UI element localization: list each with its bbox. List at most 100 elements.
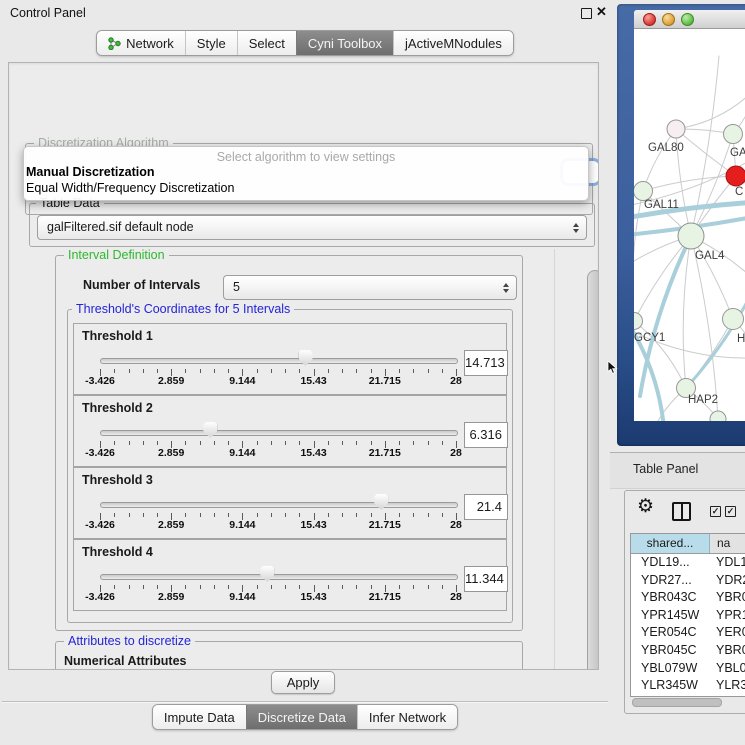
table-row[interactable]: YDR27...YDR2 <box>631 572 745 590</box>
bottom-tab-bar: Impute Data Discretize DataInfer Network <box>0 704 610 730</box>
table-row[interactable]: YBR045CYBR0 <box>631 642 745 660</box>
number-of-intervals-combobox[interactable]: 5 <box>223 275 517 300</box>
threshold-value-field[interactable]: 21.4 <box>464 494 508 520</box>
tab-label: Impute Data <box>164 710 235 725</box>
interval-definition-group-title: Interval Definition <box>64 248 169 263</box>
graph-node-red[interactable] <box>726 166 745 186</box>
apply-button[interactable]: Apply <box>271 671 335 694</box>
cell-name[interactable]: YBR0 <box>710 589 745 607</box>
graph-node-label: HAP2 <box>688 394 718 406</box>
tab-label: Style <box>197 36 226 51</box>
threshold-panel-4: Threshold 4-3.4262.8599.14415.4321.71528… <box>73 539 507 611</box>
graph-node-gal11[interactable] <box>634 182 653 201</box>
tab-discretize-data[interactable]: Discretize Data <box>246 705 357 729</box>
cell-name[interactable]: YDL1 <box>710 554 745 572</box>
cell-shared-name[interactable]: YER054C <box>631 624 710 642</box>
tab-cyni-toolbox[interactable]: Cyni Toolbox <box>296 31 393 55</box>
graph-edge <box>683 236 691 388</box>
slider-tick-label: 9.144 <box>229 591 255 603</box>
panel-divider <box>2 701 608 702</box>
graph-node-gal80[interactable] <box>667 120 685 138</box>
tab-select[interactable]: Select <box>237 31 296 55</box>
table-row[interactable]: YBR043CYBR0 <box>631 589 745 607</box>
slider-tick-label: 15.43 <box>300 447 326 459</box>
tab-label: jActiveMNodules <box>405 36 502 51</box>
float-window-icon[interactable] <box>581 8 592 19</box>
slider-tick-label: 2.859 <box>158 519 184 531</box>
tab-impute-data[interactable]: Impute Data <box>153 705 246 729</box>
table-row[interactable]: YDL19...YDL1 <box>631 554 745 572</box>
tab-jactivemnodules[interactable]: jActiveMNodules <box>393 31 513 55</box>
slider-track[interactable] <box>100 358 458 364</box>
numerical-attributes-label: Numerical Attributes <box>64 654 186 668</box>
table-row[interactable]: YIL052CYIL0 <box>631 695 745 697</box>
slider-tick-label: 9.144 <box>229 375 255 387</box>
checkbox-icon[interactable]: ✓ <box>725 506 736 517</box>
slider-track[interactable] <box>100 574 458 580</box>
column-header-shared-name[interactable]: shared... <box>631 534 710 553</box>
gear-icon[interactable]: ⚙ <box>637 495 654 518</box>
graph-node-gal4[interactable] <box>678 223 704 249</box>
minimize-window-button[interactable] <box>662 13 675 26</box>
cell-name[interactable]: YLR3 <box>710 677 745 695</box>
horizontal-scrollbar[interactable] <box>632 698 722 707</box>
cell-shared-name[interactable]: YPR145W <box>631 607 710 625</box>
cell-shared-name[interactable]: YBR043C <box>631 589 710 607</box>
graph-node-h[interactable] <box>723 309 744 330</box>
slider-track[interactable] <box>100 430 458 436</box>
slider-track[interactable] <box>100 502 458 508</box>
threshold-label: Threshold 3 <box>82 473 153 487</box>
close-icon[interactable]: ✕ <box>596 4 607 20</box>
cell-name[interactable]: YBL0 <box>710 660 745 678</box>
threshold-value-field[interactable]: 6.316 <box>464 422 508 448</box>
column-header-name[interactable]: na <box>710 534 745 553</box>
attributes-group-title: Attributes to discretize <box>64 634 195 649</box>
cell-name[interactable]: YBR0 <box>710 642 745 660</box>
threshold-coordinates-group-title: Threshold's Coordinates for 5 Intervals <box>72 302 294 317</box>
table-row[interactable]: YBL079WYBL0 <box>631 660 745 678</box>
graph-node-gal3[interactable] <box>724 125 743 144</box>
tab-infer-network[interactable]: Infer Network <box>357 705 457 729</box>
cell-shared-name[interactable]: YBR045C <box>631 642 710 660</box>
table-data-combobox[interactable]: galFiltered.sif default node <box>37 215 587 240</box>
network-graph[interactable]: GAL80GACGAL11GAL4GCY1HHAP2 <box>634 28 745 421</box>
threshold-value-field[interactable]: 14.713 <box>464 350 508 376</box>
slider-tick-label: 15.43 <box>300 591 326 603</box>
dropdown-option-manual-discretization[interactable]: Manual Discretization <box>24 164 588 180</box>
table-row[interactable]: YPR145WYPR1 <box>631 607 745 625</box>
cell-shared-name[interactable]: YDL19... <box>631 554 710 572</box>
slider-tick-label: -3.426 <box>85 447 115 459</box>
table-row[interactable]: YER054CYER0 <box>631 624 745 642</box>
dropdown-option-equal-width-frequency[interactable]: Equal Width/Frequency Discretization <box>24 180 588 196</box>
cell-name[interactable]: YPR1 <box>710 607 745 625</box>
graph-node-label: C <box>735 186 743 198</box>
tab-network[interactable]: Network <box>97 31 185 55</box>
slider-tick-label: 28 <box>450 375 462 387</box>
cell-shared-name[interactable]: YBL079W <box>631 660 710 678</box>
cell-name[interactable]: YIL0 <box>710 695 745 697</box>
table-row[interactable]: YLR345WYLR3 <box>631 677 745 695</box>
slider-tick-label: -3.426 <box>85 591 115 603</box>
vertical-scrollbar[interactable] <box>587 270 599 670</box>
table-header-row: shared... na <box>631 534 745 554</box>
cell-shared-name[interactable]: YIL052C <box>631 695 710 697</box>
tab-style[interactable]: Style <box>185 31 237 55</box>
cell-shared-name[interactable]: YDR27... <box>631 572 710 590</box>
cell-name[interactable]: YDR2 <box>710 572 745 590</box>
slider-ticks <box>100 513 456 521</box>
slider-tick-label: 2.859 <box>158 447 184 459</box>
graph-edge <box>676 86 745 129</box>
cell-shared-name[interactable]: YLR345W <box>631 677 710 695</box>
table-panel: ⚙ ✓ ✓ shared... na YDL19...YDL1YDR27...Y… <box>624 490 745 714</box>
checkbox-icon[interactable]: ✓ <box>710 506 721 517</box>
threshold-value-field[interactable]: 11.344 <box>464 566 508 592</box>
attributes-group: Attributes to discretize Numerical Attri… <box>55 641 523 670</box>
close-window-button[interactable] <box>643 13 656 26</box>
slider-tick-label: 28 <box>450 519 462 531</box>
split-columns-icon[interactable] <box>672 502 691 521</box>
slider-tick-label: 2.859 <box>158 375 184 387</box>
zoom-window-button[interactable] <box>681 13 694 26</box>
network-window-titlebar[interactable] <box>634 10 745 29</box>
graph-node-label: GA <box>730 147 745 159</box>
cell-name[interactable]: YER0 <box>710 624 745 642</box>
